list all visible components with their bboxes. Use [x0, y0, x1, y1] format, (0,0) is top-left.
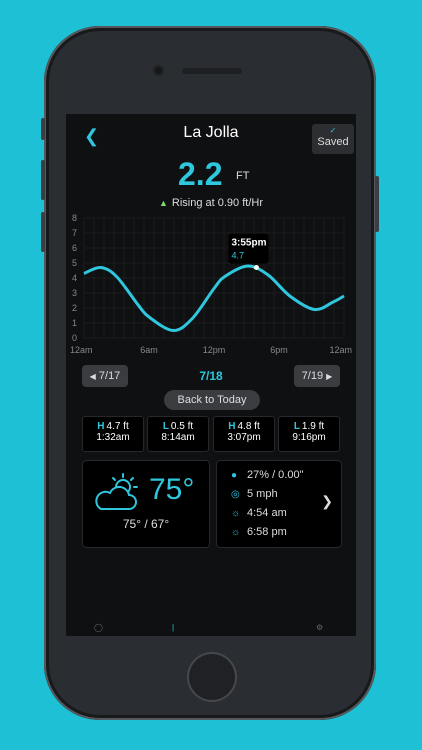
tooltip-value: 4.7: [231, 251, 244, 261]
trend-label: Rising at 0.90 ft/Hr: [171, 197, 263, 209]
tide-type: L: [293, 421, 300, 432]
precip-value: 27% / 0.00": [247, 469, 304, 481]
x-tick-label: 6am: [140, 345, 158, 355]
temp-high-low: 75° / 67°: [122, 517, 170, 531]
x-tick-label: 12am: [70, 345, 93, 355]
app-screen: ❮ La Jolla ✓ Saved 2.2 FT ▲ Rising at 0.9…: [66, 114, 356, 636]
tide-entry: H 4.8 ft 3:07pm: [213, 416, 275, 452]
next-day-button[interactable]: 7/19 ▶: [294, 365, 340, 387]
wind-value: 5 mph: [247, 488, 278, 500]
prev-day-label: 7/17: [98, 370, 121, 382]
header: ❮ La Jolla ✓ Saved: [66, 114, 356, 154]
check-icon: ✓: [329, 126, 337, 135]
trend-text: ▲ Rising at 0.90 ft/Hr: [66, 197, 356, 209]
raindrop-icon: ●: [231, 470, 238, 481]
home-button[interactable]: [189, 654, 235, 700]
earpiece-speaker: [182, 68, 242, 74]
saved-label: Saved: [317, 136, 349, 148]
sunrise-icon: ☼: [231, 508, 241, 519]
back-to-today-button[interactable]: Back to Today: [164, 390, 260, 410]
wind-icon: ◎: [231, 489, 240, 500]
tide-entry: H 4.7 ft 1:32am: [82, 416, 144, 452]
tide-time: 9:16pm: [292, 432, 326, 443]
sunset-row: ☼ 6:58 pm: [231, 526, 287, 538]
caret-right-icon: ▶: [326, 372, 333, 381]
tide-time: 8:14am: [161, 432, 195, 443]
tab-icon-left[interactable]: ◯: [94, 623, 103, 632]
tide-time: 3:07pm: [227, 432, 261, 443]
current-height: 2.2: [178, 156, 223, 192]
chevron-right-icon[interactable]: ❯: [321, 493, 333, 510]
tide-type: H: [228, 421, 236, 432]
volume-up-button: [41, 160, 45, 200]
tide-height: 4.7 ft: [106, 421, 129, 432]
mute-switch: [41, 118, 45, 140]
y-tick-label: 4: [72, 273, 77, 283]
y-tick-label: 1: [72, 318, 77, 328]
tide-entry: L 0.5 ft 8:14am: [147, 416, 209, 452]
precip-row: ● 27% / 0.00": [231, 469, 304, 481]
tide-type: H: [97, 421, 105, 432]
wind-row: ◎ 5 mph: [231, 488, 278, 500]
power-button: [375, 176, 379, 232]
sunrise-row: ☼ 4:54 am: [231, 507, 287, 519]
x-tick-label: 12am: [329, 345, 352, 355]
y-tick-label: 8: [72, 213, 77, 223]
tide-type: L: [162, 421, 169, 432]
y-tick-label: 3: [72, 288, 77, 298]
tide-height: 1.9 ft: [301, 421, 325, 432]
rising-triangle-icon: ▲: [158, 198, 168, 208]
tooltip-time: 3:55pm: [231, 238, 266, 249]
tide-time: 1:32am: [96, 432, 130, 443]
tide-chart[interactable]: 0 1 2 3 4 5 6 7 8 12am 6am 12pm 6pm 12am 3:55pm 4.7: [66, 210, 356, 360]
current-temp: 75°: [149, 473, 195, 506]
y-tick-label: 7: [72, 228, 77, 238]
sunset-value: 6:58 pm: [247, 526, 287, 538]
front-camera: [153, 65, 164, 76]
gear-icon[interactable]: ⚙: [316, 623, 323, 632]
tide-height: 0.5 ft: [170, 421, 194, 432]
x-tick-label: 12pm: [203, 345, 226, 355]
weather-card[interactable]: 75° 75° / 67°: [82, 460, 210, 548]
sunset-icon: ☼: [231, 527, 241, 538]
next-day-label: 7/19: [301, 370, 324, 382]
tide-height: 4.8 ft: [237, 421, 260, 432]
saved-button[interactable]: ✓ Saved: [312, 124, 354, 154]
caret-left-icon: ◀: [89, 372, 96, 381]
partly-cloudy-icon: [95, 473, 138, 510]
y-tick-label: 5: [72, 258, 77, 268]
tide-entry: L 1.9 ft 9:16pm: [278, 416, 340, 452]
sunrise-value: 4:54 am: [247, 507, 287, 519]
volume-down-button: [41, 212, 45, 252]
y-tick-label: 0: [72, 333, 77, 343]
current-date: 7/18: [199, 369, 223, 383]
tooltip-point: [253, 265, 259, 270]
x-tick-label: 6pm: [270, 345, 288, 355]
height-unit: FT: [236, 170, 250, 182]
prev-day-button[interactable]: ◀ 7/17: [82, 365, 128, 387]
y-tick-label: 2: [72, 303, 77, 313]
details-card[interactable]: ● 27% / 0.00" ◎ 5 mph ☼ 4:54 am ☼ 6:58 pm ❯: [216, 460, 342, 548]
tab-icon-center[interactable]: |: [172, 623, 174, 632]
y-tick-label: 6: [72, 243, 77, 253]
